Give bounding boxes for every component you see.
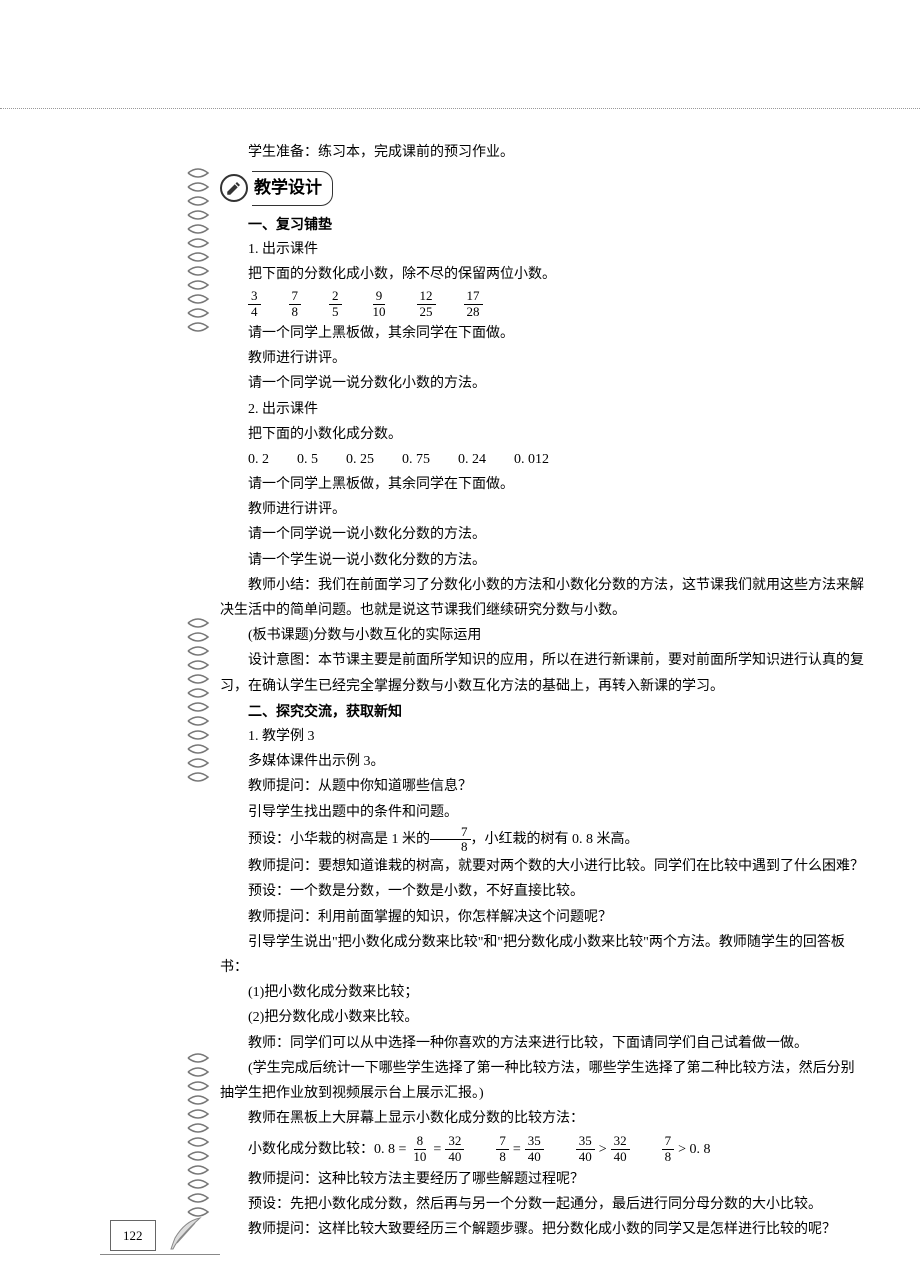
body-text: (板书课题)分数与小数互化的实际运用 (220, 623, 865, 648)
body-text: 1. 教学例 3 (220, 724, 865, 749)
spiral-binding-icon (183, 165, 213, 340)
body-text: 教师提问：要想知道谁栽的树高，就要对两个数的大小进行比较。同学们在比较中遇到了什… (220, 854, 865, 879)
body-text: 教师提问：这样比较大致要经历三个解题步骤。把分数化成小数的同学又是怎样进行比较的… (220, 1217, 865, 1242)
body-text: 请一个同学说一说小数化分数的方法。 (220, 522, 865, 547)
header-dotted-line (0, 108, 920, 109)
fraction: 3540 (525, 1134, 544, 1164)
body-text: 学生准备：练习本，完成课前的预习作业。 (220, 140, 865, 165)
body-text: 引导学生说出"把小数化成分数来比较"和"把分数化成小数来比较"两个方法。教师随学… (220, 930, 865, 980)
math-expression: 小数化成分数比较：0. 8 = 810 = 3240 78 = 3540 354… (220, 1134, 865, 1164)
section-header: 教学设计 (220, 171, 865, 206)
fraction: 3240 (611, 1134, 630, 1164)
pencil-icon (220, 174, 248, 202)
equals: = (433, 1137, 441, 1162)
body-text: 请一个同学上黑板做，其余同学在下面做。 (220, 321, 865, 346)
text: ，小红栽的树有 0. 8 米高。 (471, 832, 639, 847)
body-text: 请一个同学上黑板做，其余同学在下面做。 (220, 472, 865, 497)
spiral-binding-icon (183, 615, 213, 790)
body-text: 多媒体课件出示例 3。 (220, 749, 865, 774)
body-text: (1)把小数化成分数来比较； (220, 980, 865, 1005)
body-text: 把下面的小数化成分数。 (220, 422, 865, 447)
body-text: (2)把分数化成小数来比较。 (220, 1005, 865, 1030)
fraction: 25 (329, 289, 342, 319)
body-text: (学生完成后统计一下哪些学生选择了第一种比较方法，哪些学生选择了第二种比较方法，… (220, 1056, 865, 1106)
greater-than: > 0. 8 (678, 1137, 710, 1162)
body-text: 教师提问：利用前面掌握的知识，你怎样解决这个问题呢？ (220, 905, 865, 930)
body-text: 把下面的分数化成小数，除不尽的保留两位小数。 (220, 262, 865, 287)
body-text: 预设：先把小数化成分数，然后再与另一个分数一起通分，最后进行同分母分数的大小比较… (220, 1192, 865, 1217)
subsection-title: 一、复习铺垫 (220, 212, 865, 237)
section-title: 教学设计 (252, 171, 333, 206)
body-text: 教师进行讲评。 (220, 346, 865, 371)
fraction: 810 (410, 1134, 429, 1164)
page-number: 122 (110, 1220, 156, 1251)
text: 小数化成分数比较：0. 8 = (248, 1137, 406, 1162)
subsection-title: 二、探究交流，获取新知 (220, 699, 865, 724)
body-text: 教师小结：我们在前面学习了分数化小数的方法和小数化分数的方法，这节课我们就用这些… (220, 573, 865, 623)
body-text: 请一个同学说一说分数化小数的方法。 (220, 371, 865, 396)
fraction: 3240 (445, 1134, 464, 1164)
feather-icon (165, 1213, 205, 1253)
fraction: 78 (662, 1134, 675, 1164)
body-text: 教师提问：这种比较方法主要经历了哪些解题过程呢？ (220, 1167, 865, 1192)
fraction-row: 34 78 25 910 1225 1728 (220, 289, 865, 319)
body-text: 引导学生找出题中的条件和问题。 (220, 800, 865, 825)
fraction: 78 (496, 1134, 509, 1164)
fraction: 1225 (417, 289, 436, 319)
body-text: 预设：小华栽的树高是 1 米的78，小红栽的树有 0. 8 米高。 (220, 825, 865, 855)
body-text: 教师提问：从题中你知道哪些信息？ (220, 774, 865, 799)
equals: = (513, 1137, 521, 1162)
greater-than: > (599, 1137, 607, 1162)
page-content: 学生准备：练习本，完成课前的预习作业。 教学设计 一、复习铺垫 1. 出示课件 … (220, 140, 865, 1243)
fraction: 78 (289, 289, 302, 319)
fraction: 78 (430, 825, 471, 855)
body-text: 教师：同学们可以从中选择一种你喜欢的方法来进行比较，下面请同学们自己试着做一做。 (220, 1031, 865, 1056)
body-text: 2. 出示课件 (220, 397, 865, 422)
fraction: 1728 (464, 289, 483, 319)
footer-line (100, 1254, 220, 1255)
text: 预设：小华栽的树高是 1 米的 (248, 832, 430, 847)
fraction: 3540 (576, 1134, 595, 1164)
body-text: 0. 2 0. 5 0. 25 0. 75 0. 24 0. 012 (220, 447, 865, 472)
body-text: 1. 出示课件 (220, 237, 865, 262)
body-text: 教师进行讲评。 (220, 497, 865, 522)
body-text: 请一个学生说一说小数化分数的方法。 (220, 548, 865, 573)
design-intent: 设计意图：本节课主要是前面所学知识的应用，所以在进行新课前，要对前面所学知识进行… (220, 648, 865, 698)
fraction: 910 (370, 289, 389, 319)
spiral-binding-icon (183, 1050, 213, 1225)
body-text: 预设：一个数是分数，一个数是小数，不好直接比较。 (220, 879, 865, 904)
fraction: 34 (248, 289, 261, 319)
body-text: 教师在黑板上大屏幕上显示小数化成分数的比较方法： (220, 1106, 865, 1131)
